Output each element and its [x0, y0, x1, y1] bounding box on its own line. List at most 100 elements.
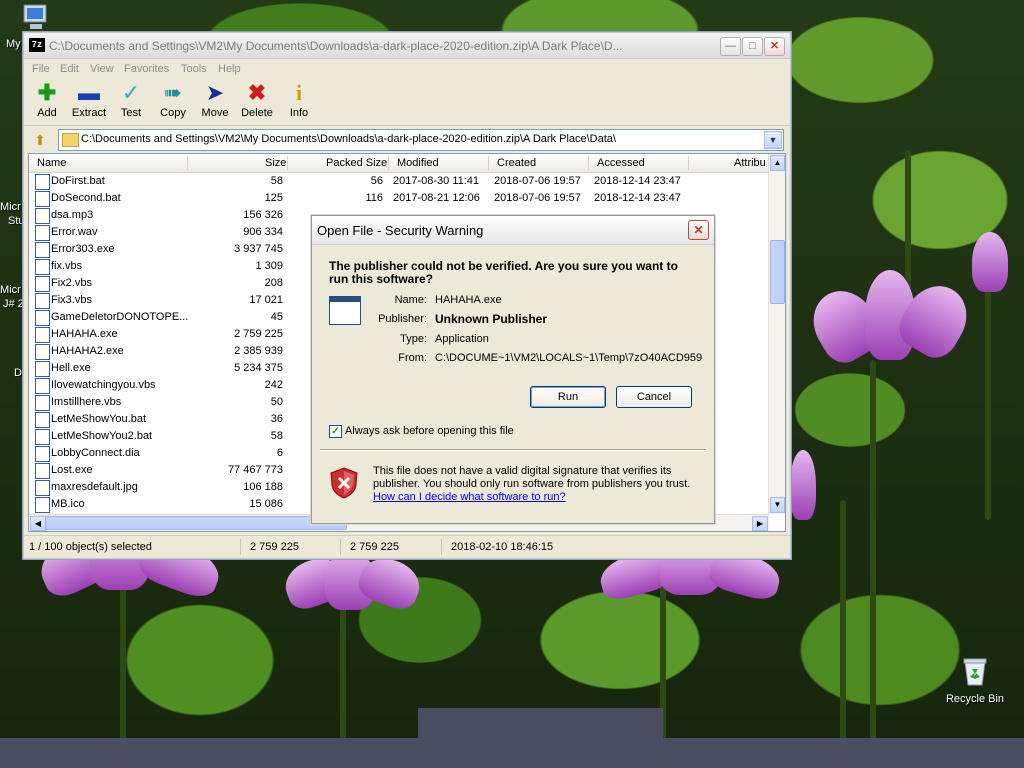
field-value-publisher: Unknown Publisher	[435, 312, 548, 326]
checkmark-icon: ✓	[331, 426, 340, 437]
scroll-thumb[interactable]	[45, 516, 347, 530]
file-icon	[35, 361, 50, 377]
menu-help[interactable]: Help	[218, 63, 241, 75]
copy-button[interactable]: ➠ Copy	[151, 81, 195, 120]
file-size: 77 467 773	[227, 464, 283, 476]
recycle-bin-icon	[963, 658, 987, 686]
file-accessed: 2018-12-14 23:47	[594, 192, 681, 204]
address-combobox[interactable]: C:\Documents and Settings\VM2\My Documen…	[58, 129, 784, 151]
status-bar: 1 / 100 object(s) selected 2 759 225 2 7…	[24, 535, 790, 558]
delete-button[interactable]: ✖ Delete	[235, 80, 279, 120]
table-row[interactable]: DoFirst.bat 58 56 2017-08-30 11:41 2018-07-0…	[29, 173, 769, 190]
file-name: Hell.exe	[51, 362, 91, 374]
scroll-up-button[interactable]: ▲	[770, 155, 785, 171]
file-created: 2018-07-06 19:57	[494, 192, 581, 204]
file-name: GameDeletorDONOTOPE...	[51, 311, 189, 323]
menu-favorites[interactable]: Favorites	[124, 63, 169, 75]
list-header: Name Size Packed Size Modified Created A…	[29, 154, 769, 173]
menu-tools[interactable]: Tools	[181, 63, 207, 75]
column-header-name[interactable]: Name	[37, 157, 66, 169]
file-icon	[35, 191, 50, 207]
scroll-down-button[interactable]: ▼	[770, 497, 785, 513]
file-name: Error.wav	[51, 226, 98, 238]
info-button[interactable]: i Info	[277, 81, 321, 120]
folder-up-button[interactable]: ⬆	[30, 131, 50, 149]
chevron-up-icon: ▲	[773, 158, 782, 167]
file-name: Ilovewatchingyou.vbs	[51, 379, 156, 391]
column-header-size[interactable]: Size	[265, 157, 286, 169]
run-button[interactable]: Run	[530, 386, 606, 408]
lotus-petal	[790, 450, 816, 520]
dialog-close-button[interactable]: ✕	[688, 220, 709, 240]
column-divider[interactable]	[287, 156, 288, 170]
file-size: 906 334	[243, 226, 283, 238]
close-button[interactable]: ✕	[764, 37, 785, 56]
menu-view[interactable]: View	[90, 63, 114, 75]
cancel-button[interactable]: Cancel	[616, 386, 692, 408]
move-icon: ➤	[205, 80, 225, 105]
file-name: LobbyConnect.dia	[51, 447, 140, 459]
column-divider[interactable]	[588, 156, 589, 170]
extract-icon: ▬	[78, 80, 100, 105]
file-size: 58	[270, 430, 283, 442]
chevron-down-icon: ▼	[773, 500, 782, 509]
desktop-fragment: Micr	[0, 284, 21, 296]
column-header-packed-size[interactable]: Packed Size	[326, 157, 387, 169]
always-ask-label[interactable]: Always ask before opening this file	[345, 425, 514, 437]
column-header-modified[interactable]: Modified	[397, 157, 439, 169]
menu-edit[interactable]: Edit	[60, 63, 79, 75]
dialog-titlebar[interactable]: Open File - Security Warning ✕	[312, 216, 714, 245]
address-path[interactable]: C:\Documents and Settings\VM2\My Documen…	[81, 133, 616, 145]
file-name: Lost.exe	[51, 464, 93, 476]
my-computer-icon	[23, 4, 47, 29]
column-header-attributes[interactable]: Attribu	[734, 157, 766, 169]
file-size: 36	[270, 413, 283, 425]
desktop-icon-recycle-bin[interactable]: Recycle Bin	[942, 655, 1008, 705]
extract-button[interactable]: ▬ Extract	[67, 80, 111, 120]
status-divider	[441, 539, 442, 555]
scroll-left-button[interactable]: ◀	[30, 516, 46, 531]
file-name: DoFirst.bat	[51, 175, 105, 187]
window-titlebar[interactable]: 7z C:\Documents and Settings\VM2\My Docu…	[24, 33, 790, 59]
test-button-label: Test	[120, 107, 142, 119]
file-name: LetMeShowYou.bat	[51, 413, 146, 425]
wallpaper-artifact	[0, 738, 1024, 768]
scroll-right-button[interactable]: ▶	[752, 516, 768, 531]
file-size: 2 385 939	[234, 345, 283, 357]
column-header-accessed[interactable]: Accessed	[597, 157, 645, 169]
desktop-icon-my-computer[interactable]: My	[2, 2, 52, 50]
desktop-fragment: D	[14, 367, 22, 379]
wallpaper-stem	[985, 270, 991, 520]
column-divider[interactable]	[388, 156, 389, 170]
help-link[interactable]: How can I decide what software to run?	[373, 491, 566, 503]
desktop-icon-label: Recycle Bin	[945, 693, 1005, 705]
file-icon	[35, 429, 50, 445]
file-name: Error303.exe	[51, 243, 115, 255]
maximize-button[interactable]: □	[742, 37, 763, 56]
add-button[interactable]: ✚ Add	[25, 81, 69, 120]
column-divider[interactable]	[688, 156, 689, 170]
file-modified: 2017-08-21 12:06	[393, 192, 480, 204]
always-ask-checkbox[interactable]: ✓	[329, 425, 342, 438]
address-bar: ⬆ C:\Documents and Settings\VM2\My Docum…	[28, 129, 784, 151]
file-size: 3 937 745	[234, 243, 283, 255]
column-divider[interactable]	[488, 156, 489, 170]
table-row[interactable]: DoSecond.bat 125 116 2017-08-21 12:06 2018-0…	[29, 190, 769, 207]
column-header-created[interactable]: Created	[497, 157, 536, 169]
scroll-thumb[interactable]	[770, 240, 785, 304]
menu-file[interactable]: File	[32, 63, 50, 75]
move-button[interactable]: ➤ Move	[193, 80, 237, 120]
file-name: MB.ico	[51, 498, 85, 510]
desktop-fragment: Micr	[0, 201, 21, 213]
column-divider[interactable]	[187, 156, 188, 170]
security-warning-dialog[interactable]: Open File - Security Warning ✕ The publi…	[311, 215, 715, 524]
address-dropdown-button[interactable]: ▼	[764, 131, 782, 149]
vertical-scrollbar[interactable]: ▲ ▼	[768, 154, 785, 514]
file-name: Fix3.vbs	[51, 294, 92, 306]
file-icon	[35, 480, 50, 496]
minimize-button[interactable]: —	[720, 37, 741, 56]
delete-icon: ✖	[247, 80, 267, 105]
test-button[interactable]: ✓ Test	[109, 81, 153, 120]
file-icon	[35, 208, 50, 224]
extract-button-label: Extract	[71, 107, 107, 119]
